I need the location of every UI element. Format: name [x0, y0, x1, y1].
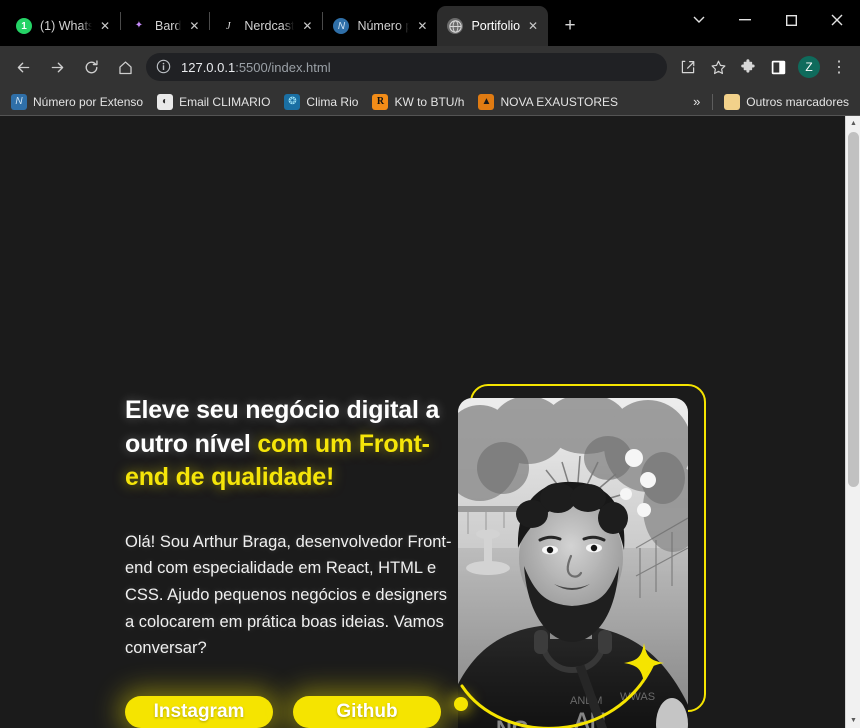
close-tab-icon[interactable]: ✕ — [413, 17, 431, 35]
weather-icon: ❂ — [284, 93, 301, 110]
tab-title: Bard — [155, 19, 182, 33]
tab-strip: 1 (1) Whatsapp ✕ ✦ Bard ✕ J Nerdcast ✕ N… — [0, 0, 860, 46]
rapidtables-icon: R — [372, 93, 389, 110]
bookmarks-bar: N Número por Extenso ◐ Email CLIMARIO ❂ … — [0, 88, 860, 116]
tab-bard[interactable]: ✦ Bard ✕ — [121, 6, 209, 46]
maximize-button[interactable] — [768, 0, 814, 40]
bookmark-kw-to-btu[interactable]: R KW to BTU/h — [365, 91, 471, 113]
hero-section: Eleve seu negócio digital a outro nível … — [125, 394, 455, 728]
tab-title: (1) Whatsapp — [40, 19, 92, 33]
bookmark-email-climario[interactable]: ◐ Email CLIMARIO — [150, 91, 277, 113]
bookmark-clima-rio[interactable]: ❂ Clima Rio — [277, 91, 365, 113]
bookmark-numero-por-extenso[interactable]: N Número por Extenso — [4, 91, 150, 113]
close-tab-icon[interactable]: ✕ — [185, 17, 203, 35]
browser-menu-icon[interactable]: ⋮ — [825, 53, 853, 81]
profile-photo: NG AN ANDM WWAS — [458, 398, 688, 728]
close-tab-icon[interactable]: ✕ — [96, 17, 114, 35]
bookmark-label: NOVA EXAUSTORES — [500, 94, 619, 109]
bookmark-label: Clima Rio — [306, 94, 359, 109]
side-panel-icon[interactable] — [764, 53, 792, 81]
url-path: :5500/index.html — [235, 59, 331, 75]
minimize-button[interactable] — [722, 0, 768, 40]
folder-icon — [724, 93, 741, 110]
extensions-icon[interactable] — [734, 53, 762, 81]
bookmark-label: Email CLIMARIO — [179, 94, 271, 109]
new-tab-button[interactable]: + — [556, 12, 584, 40]
instagram-button[interactable]: Instagram — [125, 696, 273, 728]
bookmark-label: KW to BTU/h — [394, 94, 465, 109]
back-button[interactable] — [8, 52, 38, 82]
page-scrollbar[interactable]: ▲ ▼ — [845, 116, 860, 728]
numero-icon: N — [11, 93, 27, 110]
scroll-down-arrow[interactable]: ▼ — [846, 713, 860, 728]
profile-avatar[interactable]: Z — [798, 56, 820, 78]
tab-portifolio[interactable]: Portifolio ✕ — [437, 6, 549, 46]
bard-sparkle-icon: ✦ — [134, 20, 144, 31]
browser-toolbar: 127.0.0.1:5500/index.html Z ⋮ — [0, 46, 860, 88]
scrollbar-thumb[interactable] — [848, 132, 859, 487]
other-bookmarks-label: Outros marcadores — [746, 94, 849, 109]
whatsapp-icon: 1 — [16, 18, 32, 34]
tab-whatsapp[interactable]: 1 (1) Whatsapp ✕ — [6, 6, 120, 46]
url-text: 127.0.0.1:5500/index.html — [181, 60, 331, 75]
browser-window: 1 (1) Whatsapp ✕ ✦ Bard ✕ J Nerdcast ✕ N… — [0, 0, 860, 728]
url-host: 127.0.0.1 — [181, 59, 236, 75]
globe-icon: ◐ — [157, 93, 174, 110]
other-bookmarks-button[interactable]: Outros marcadores — [717, 91, 856, 113]
page-title: Eleve seu negócio digital a outro nível … — [125, 394, 455, 495]
close-window-button[interactable] — [814, 0, 860, 40]
hero-description: Olá! Sou Arthur Braga, desenvolvedor Fro… — [125, 532, 452, 658]
tab-list: 1 (1) Whatsapp ✕ ✦ Bard ✕ J Nerdcast ✕ N… — [6, 6, 584, 46]
address-bar[interactable]: 127.0.0.1:5500/index.html — [146, 53, 667, 81]
yellow-dot-decoration — [454, 697, 468, 711]
numero-icon: N — [333, 18, 350, 34]
home-button[interactable] — [110, 52, 140, 82]
globe-icon — [447, 18, 464, 34]
page-viewport: Eleve seu negócio digital a outro nível … — [0, 116, 860, 728]
scroll-up-arrow[interactable]: ▲ — [846, 116, 860, 131]
window-controls — [676, 0, 860, 40]
tab-nerdcast[interactable]: J Nerdcast ✕ — [210, 6, 322, 46]
tab-numero-por-extenso[interactable]: N Número p ✕ — [323, 6, 437, 46]
tab-title: Nerdcast — [244, 19, 295, 33]
reload-button[interactable] — [76, 52, 106, 82]
hero-button-row: Instagram Github — [125, 696, 455, 728]
github-button[interactable]: Github — [293, 696, 441, 728]
close-tab-icon[interactable]: ✕ — [524, 17, 542, 35]
bookmark-nova-exaustores[interactable]: ▲ NOVA EXAUSTORES — [471, 91, 625, 113]
tab-title: Portifolio — [471, 19, 521, 33]
svg-text:WWAS: WWAS — [620, 691, 655, 703]
close-tab-icon[interactable]: ✕ — [298, 17, 316, 35]
nerdcast-icon: J — [226, 20, 231, 32]
forward-button[interactable] — [42, 52, 72, 82]
svg-text:NG: NG — [496, 716, 529, 728]
bookmark-label: Número por Extenso — [33, 94, 144, 109]
tab-title: Número p — [357, 19, 410, 33]
nova-icon: ▲ — [478, 93, 495, 110]
share-icon[interactable] — [674, 53, 702, 81]
bookmark-star-icon[interactable] — [704, 53, 732, 81]
tab-search-button[interactable] — [676, 0, 722, 40]
bookmarks-divider — [712, 93, 714, 110]
bookmarks-overflow-button[interactable]: » — [685, 94, 708, 109]
portfolio-page: Eleve seu negócio digital a outro nível … — [0, 116, 845, 728]
hero-photo-block: NG AN ANDM WWAS — [454, 384, 708, 728]
site-info-icon[interactable] — [156, 59, 172, 75]
